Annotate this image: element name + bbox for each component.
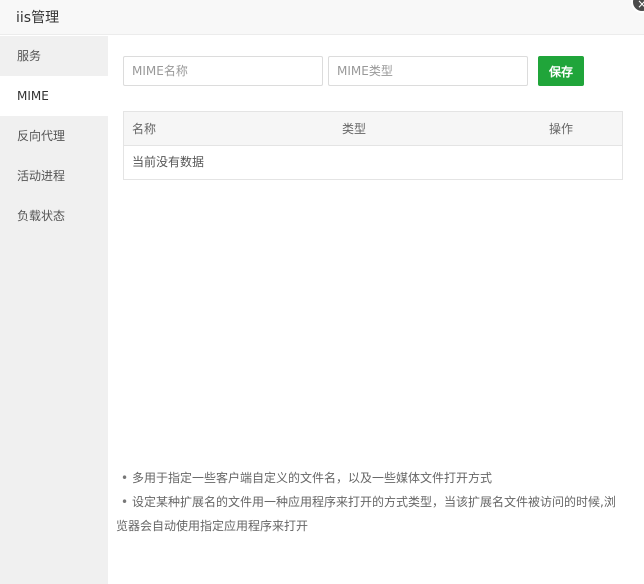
help-notes: 多用于指定一些客户端自定义的文件名，以及一些媒体文件打开方式 设定某种扩展名的文… [116,466,636,538]
sidebar-item-active-processes[interactable]: 活动进程 [0,156,108,196]
table-empty-message: 当前没有数据 [132,155,205,169]
mime-type-input[interactable] [328,56,528,86]
column-header-action: 操作 [549,122,574,136]
sidebar-item-reverse-proxy[interactable]: 反向代理 [0,116,108,156]
sidebar-item-load-status[interactable]: 负载状态 [0,196,108,236]
note-item: 多用于指定一些客户端自定义的文件名，以及一些媒体文件打开方式 [116,466,636,490]
mime-name-input[interactable] [123,56,323,86]
note-item-continuation: 览器会自动使用指定应用程序来打开 [116,519,309,533]
mime-table: 名称 类型 操作 当前没有数据 [123,111,623,180]
sidebar-item-mime[interactable]: MIME [0,76,108,116]
sidebar-item-service[interactable]: 服务 [0,36,108,76]
table-header: 名称 类型 操作 [124,112,622,146]
sidebar: 服务 MIME 反向代理 活动进程 负载状态 [0,36,108,584]
save-button[interactable]: 保存 [538,56,584,86]
main-panel: 保存 名称 类型 操作 当前没有数据 多用于指定一些客户端自定义的文件名，以及一… [108,36,644,584]
column-header-type: 类型 [342,122,367,136]
iis-manager-dialog: iis管理 × 服务 MIME 反向代理 活动进程 负载状态 保存 名称 类型 … [0,0,644,584]
titlebar: iis管理 [0,0,644,35]
note-item: 设定某种扩展名的文件用一种应用程序来打开的方式类型，当该扩展名文件被访问的时候,… [116,490,636,514]
column-header-name: 名称 [132,122,157,136]
window-title: iis管理 [16,10,60,26]
